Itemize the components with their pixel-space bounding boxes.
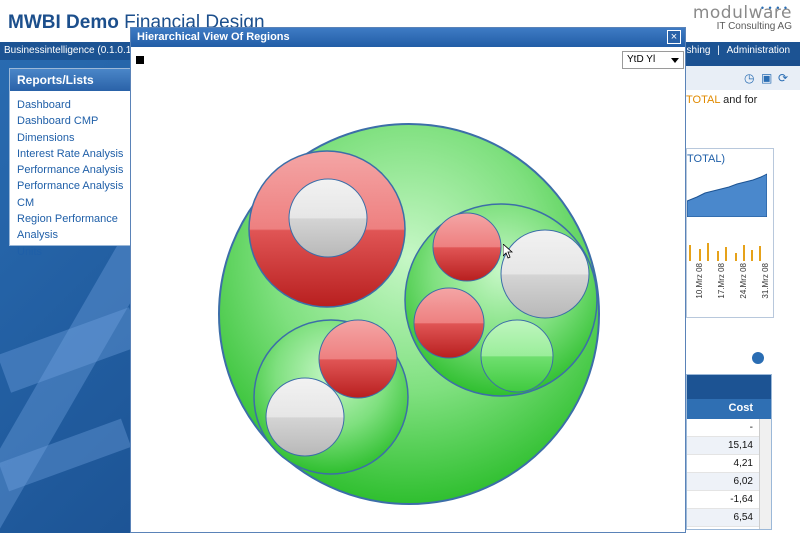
mini-chart-panel: TOTAL) 10.Mrz 08 17.Mrz 08 24.Mrz 08 31.… [686,148,774,318]
timer-icon[interactable]: ◷ [744,71,754,85]
sidebar-item-dimensions[interactable]: Dimensions [17,130,126,146]
mini-bar-chart [689,243,761,261]
reports-list: Dashboard Dashboard CMP Dimensions Inter… [10,91,133,266]
table-scrollbar[interactable] [759,419,771,529]
sidebar-item-dashboard-cmp[interactable]: Dashboard CMP [17,113,126,129]
company-logo: • • • • modulware IT Consulting AG [692,3,792,32]
nav-administration[interactable]: Administration [727,45,790,56]
bubble-region-c-red[interactable] [318,319,398,399]
reports-panel: Reports/Lists Dashboard Dashboard CMP Di… [9,68,134,258]
globe-icon[interactable] [752,352,764,364]
app-version: Businessintelligence (0.1.0.12 10 [4,45,151,56]
right-panel: ◷ ▣ ⟳ TOTAL and for TOTAL) 10.Mrz 08 17.… [686,66,800,533]
sidebar-item-performance-analysis[interactable]: Performance Analysis [17,162,126,178]
bubble-region-b-gray[interactable] [500,229,590,319]
bubble-region-a-child[interactable] [288,178,368,258]
mini-area-chart [687,173,767,217]
right-info-text: TOTAL and for [686,94,758,106]
sidebar-item-dashboard[interactable]: Dashboard [17,97,126,113]
sidebar-item-interest-rate-analysis[interactable]: Interest Rate Analysis [17,146,126,162]
bubble-region-b-red1[interactable] [432,212,502,282]
mouse-cursor-icon [503,244,513,259]
right-toolbar: ◷ ▣ ⟳ [686,66,800,90]
sidebar-item-region-performance-analysis[interactable]: Analysis [17,227,126,243]
bubble-region-c-gray[interactable] [265,377,345,457]
sidebar-item-units[interactable]: Units [17,244,126,260]
sidebar-item-region-performance[interactable]: Region Performance [17,211,126,227]
bubble-region-b-green[interactable] [480,319,554,393]
cost-table: Cost - 15,14 4,21 6,02 -1,64 6,54 [686,374,772,530]
save-icon[interactable]: ▣ [761,71,772,85]
bubble-region-b-red2[interactable] [413,287,485,359]
refresh-icon[interactable]: ⟳ [778,71,788,85]
cost-column-header[interactable]: Cost [687,399,771,419]
mini-chart-x-labels: 10.Mrz 08 17.Mrz 08 24.Mrz 08 31.Mrz 08 [695,263,770,299]
region-bubble-chart [218,123,600,505]
reports-heading: Reports/Lists [10,69,133,91]
hierarchy-dialog: Hierarchical View Of Regions × YtD Yl [130,27,686,533]
sidebar-item-performance-analysis-cm[interactable]: Performance Analysis CM [17,178,126,211]
mini-chart-title: TOTAL) [687,153,726,165]
